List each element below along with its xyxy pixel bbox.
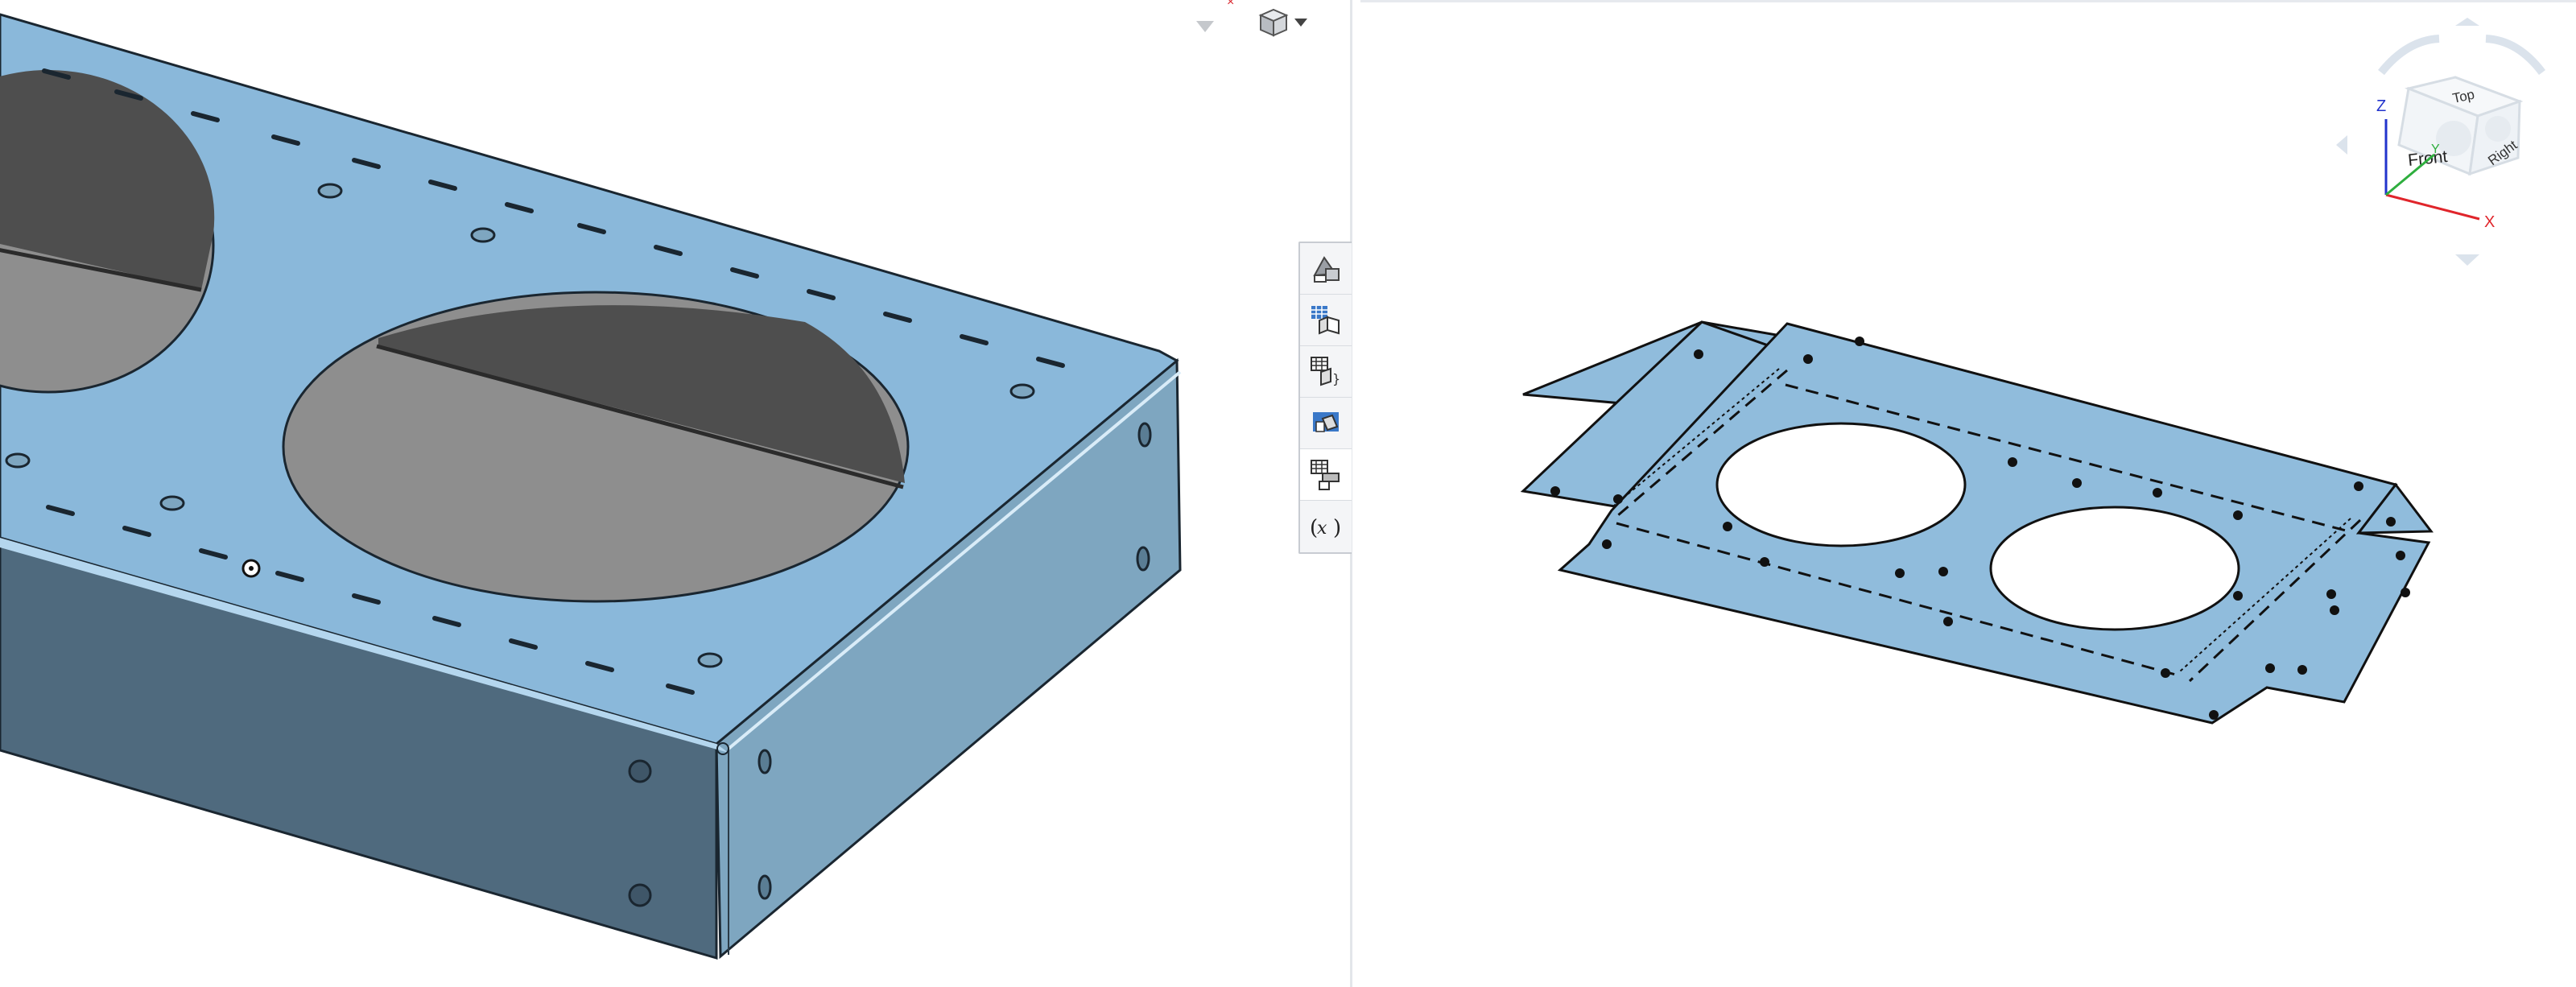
- arrow-down-icon[interactable]: [2455, 254, 2479, 266]
- appearance-icon: [1308, 251, 1344, 287]
- properties-icon: }: [1308, 354, 1344, 390]
- svg-text:): ): [1333, 516, 1341, 540]
- appearance-tool[interactable]: [1300, 243, 1352, 295]
- arrow-up-icon[interactable]: [2455, 18, 2479, 26]
- chevron-down-icon: [1294, 19, 1307, 27]
- flat-table-icon: [1308, 457, 1344, 493]
- right-viewport[interactable]: Top Front Right Z X Y: [1352, 0, 2576, 987]
- axis-z-label: Z: [2376, 97, 2386, 115]
- viewport-top-border: [1360, 0, 2576, 2]
- left-viewport[interactable]: ×: [0, 0, 1351, 987]
- navigation-cube[interactable]: Top Front Right Z X Y: [2334, 16, 2576, 274]
- axis-x-label: X: [2484, 213, 2495, 231]
- display-states-tool[interactable]: [1300, 398, 1352, 449]
- origin-marker[interactable]: [242, 559, 261, 578]
- svg-text:x: x: [1317, 518, 1327, 539]
- arrow-left-icon[interactable]: [2336, 135, 2347, 155]
- part-3d-view[interactable]: [0, 0, 1351, 987]
- part-properties-tool[interactable]: }: [1300, 346, 1352, 398]
- axis-y-label: Y: [2431, 142, 2440, 156]
- view-orientation-button[interactable]: [1257, 5, 1322, 40]
- display-states-icon: [1308, 406, 1344, 441]
- table-cube-icon: [1308, 303, 1344, 338]
- cutout-right: [282, 291, 910, 603]
- flat-pattern[interactable]: [1520, 320, 2434, 725]
- rotate-arrows-icon[interactable]: [2378, 35, 2545, 76]
- right-side-toolbar: } ( x ): [1298, 242, 1352, 554]
- table-view-tool[interactable]: [1300, 295, 1352, 346]
- svg-text:}: }: [1332, 371, 1340, 386]
- warning-mark: ×: [1227, 0, 1235, 9]
- variables-icon: ( x ): [1308, 509, 1344, 544]
- collapse-triangle-icon[interactable]: [1196, 21, 1214, 32]
- variables-tool[interactable]: ( x ): [1300, 501, 1352, 552]
- cube-icon: [1257, 6, 1290, 39]
- sheet-metal-table-tool[interactable]: [1300, 449, 1352, 501]
